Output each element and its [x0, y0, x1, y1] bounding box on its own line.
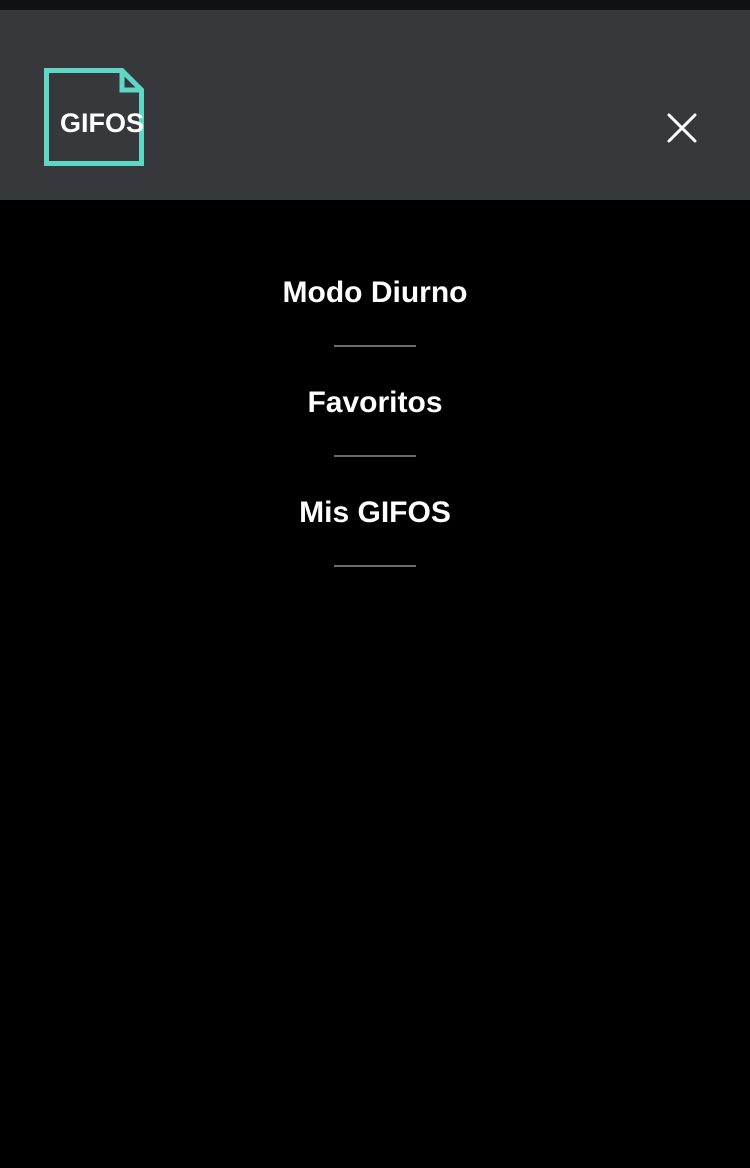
- status-bar-strip: [0, 0, 750, 10]
- gifos-logo[interactable]: GIFOS: [44, 68, 144, 166]
- menu-item-label: Mis GIFOS: [299, 496, 451, 529]
- menu-divider: [334, 565, 416, 567]
- header: GIFOS: [0, 10, 750, 200]
- menu-item-label: Modo Diurno: [282, 276, 468, 309]
- menu-item-favoritos[interactable]: Favoritos: [0, 310, 750, 420]
- close-menu-button[interactable]: [662, 108, 702, 148]
- close-icon: [667, 113, 697, 143]
- menu-item-modo-diurno[interactable]: Modo Diurno: [0, 200, 750, 310]
- menu-item-label: Favoritos: [307, 386, 443, 419]
- logo-text: GIFOS: [60, 108, 145, 138]
- menu-item-mis-gifos[interactable]: Mis GIFOS: [0, 420, 750, 530]
